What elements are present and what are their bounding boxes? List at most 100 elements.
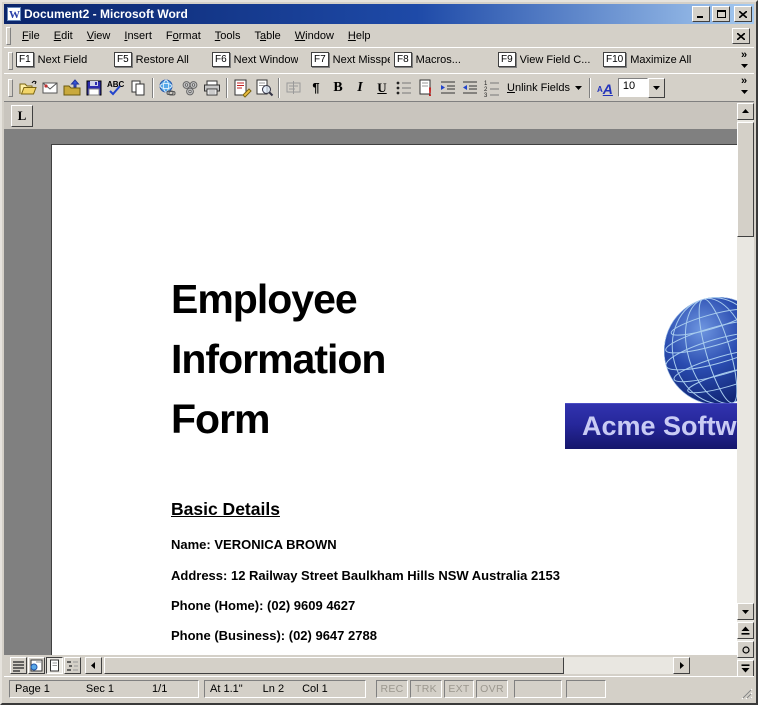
menu-view[interactable]: View	[80, 28, 118, 44]
ovr-mode-toggle[interactable]: OVR	[476, 680, 508, 698]
menu-help[interactable]: Help	[341, 28, 378, 44]
caption-buttons	[690, 6, 752, 22]
ext-mode-toggle[interactable]: EXT	[444, 680, 474, 698]
document-close-button[interactable]	[732, 28, 750, 44]
resize-grip[interactable]	[739, 686, 753, 700]
show-hide-paragraph-button[interactable]: ¶	[305, 77, 327, 99]
scroll-down-button[interactable]	[737, 603, 754, 620]
svg-text:3: 3	[484, 93, 488, 98]
fn-next-misspelling-button[interactable]: F7Next Misspelling	[311, 52, 390, 67]
fn-restore-all-button[interactable]: F5 Restore All	[114, 52, 189, 67]
phone-business-line[interactable]: Phone (Business): (02) 9647 2788	[171, 628, 377, 643]
numbering-icon: 1 2 3	[484, 81, 499, 98]
folder-up-button[interactable]	[61, 77, 83, 99]
menubar-grip[interactable]	[6, 27, 11, 45]
menu-window[interactable]: Window	[288, 28, 341, 44]
field-shading-button[interactable]	[283, 77, 305, 99]
f10-key-badge: F10	[603, 52, 627, 67]
font-button[interactable]: AA	[594, 77, 616, 99]
menu-file[interactable]: File	[15, 28, 47, 44]
arrow-right-icon	[680, 662, 684, 669]
document-page[interactable]: Employee Information Form Acme Softw Bas…	[51, 144, 737, 655]
web-layout-view-button[interactable]	[28, 657, 45, 674]
fn-view-field-codes-button[interactable]: F9 View Field C...	[498, 52, 590, 67]
document-title[interactable]: Employee Information Form	[171, 269, 481, 449]
numbering-button[interactable]: 1 2 3	[481, 77, 503, 99]
document-workspace[interactable]: Employee Information Form Acme Softw Bas…	[4, 129, 737, 655]
menu-table[interactable]: Table	[247, 28, 287, 44]
field-shading-icon	[286, 80, 301, 94]
phone-home-line[interactable]: Phone (Home): (02) 9609 4627	[171, 598, 355, 613]
unlink-fields-button[interactable]: Unlink Fields	[503, 77, 586, 99]
print-layout-view-button[interactable]	[46, 657, 63, 674]
mail-button[interactable]	[39, 77, 61, 99]
mail-icon	[42, 82, 58, 93]
fn-label: Maximize All	[630, 53, 692, 66]
increase-indent-button[interactable]	[437, 77, 459, 99]
previous-page-button[interactable]	[737, 622, 754, 639]
document-alert-icon: !	[419, 79, 432, 98]
gears-icon	[182, 80, 198, 95]
rec-mode-toggle[interactable]: REC	[376, 680, 408, 698]
decrease-indent-button[interactable]	[459, 77, 481, 99]
bullets-button[interactable]	[393, 77, 415, 99]
fn-maximize-all-button[interactable]: F10 Maximize All	[603, 52, 691, 67]
chevron-down-icon	[740, 64, 748, 68]
outline-view-button[interactable]	[64, 657, 81, 674]
font-size-value[interactable]: 10	[617, 78, 648, 97]
spelling-button[interactable]: ABC	[105, 77, 127, 99]
web-tools-button[interactable]	[179, 77, 201, 99]
toolbar-grip[interactable]	[8, 52, 13, 70]
italic-button[interactable]: I	[349, 77, 371, 99]
increase-indent-icon	[441, 81, 455, 93]
fn-next-field-button[interactable]: F1 Next Field	[16, 52, 87, 67]
fn-next-window-button[interactable]: F6 Next Window	[212, 52, 298, 67]
f5-key-badge: F5	[114, 52, 132, 67]
scroll-up-button[interactable]	[737, 103, 754, 120]
page-info-panel: Page 1 Sec 1 1/1	[9, 680, 199, 698]
maximize-button[interactable]	[712, 6, 730, 22]
font-size-combo[interactable]: 10	[617, 77, 665, 98]
trk-mode-toggle[interactable]: TRK	[410, 680, 442, 698]
toolbar-overflow-button[interactable]: »	[737, 76, 751, 96]
edit-document-button[interactable]	[231, 77, 253, 99]
horizontal-scroll-row	[4, 655, 737, 677]
horizontal-scroll-thumb[interactable]	[104, 657, 564, 674]
save-button[interactable]	[83, 77, 105, 99]
menu-edit[interactable]: Edit	[47, 28, 80, 44]
folder-up-icon	[63, 78, 81, 95]
open-button[interactable]	[17, 77, 39, 99]
scroll-left-button[interactable]	[85, 657, 102, 674]
menu-format[interactable]: Format	[159, 28, 208, 44]
menu-tools[interactable]: Tools	[208, 28, 248, 44]
underline-button[interactable]: U	[371, 77, 393, 99]
close-button[interactable]	[734, 6, 752, 22]
function-key-toolbar: F1 Next Field F5 Restore All F6 Next Window…	[4, 48, 754, 74]
toolbar-overflow-button[interactable]: »	[737, 50, 751, 70]
title-bar[interactable]: W Document2 - Microsoft Word	[4, 4, 754, 24]
minimize-button[interactable]	[692, 6, 710, 22]
bold-button[interactable]: B	[327, 77, 349, 99]
fn-macros-button[interactable]: F8 Macros...	[394, 52, 461, 67]
insert-hyperlink-button[interactable]	[157, 77, 179, 99]
basic-details-heading[interactable]: Basic Details	[171, 499, 280, 520]
print-preview-button[interactable]	[253, 77, 275, 99]
scroll-right-button[interactable]	[673, 657, 690, 674]
web-layout-icon	[30, 659, 43, 672]
copy-button[interactable]	[127, 77, 149, 99]
vertical-scroll-thumb[interactable]	[737, 122, 754, 237]
toolbar-grip[interactable]	[8, 78, 13, 97]
previous-page-icon	[741, 626, 750, 635]
normal-view-button[interactable]	[10, 657, 27, 674]
document-alert-button[interactable]: !	[415, 77, 437, 99]
vertical-scrollbar[interactable]	[737, 103, 754, 677]
select-browse-object-button[interactable]	[737, 641, 754, 658]
fn-label: Macros...	[415, 53, 461, 66]
menu-insert[interactable]: Insert	[117, 28, 159, 44]
name-line[interactable]: Name: VERONICA BROWN	[171, 537, 337, 552]
print-button[interactable]	[201, 77, 223, 99]
font-size-dropdown-button[interactable]	[647, 77, 665, 98]
address-line[interactable]: Address: 12 Railway Street Baulkham Hill…	[171, 568, 560, 583]
next-page-button[interactable]	[737, 660, 754, 677]
tab-stop-selector[interactable]: L	[11, 105, 33, 127]
